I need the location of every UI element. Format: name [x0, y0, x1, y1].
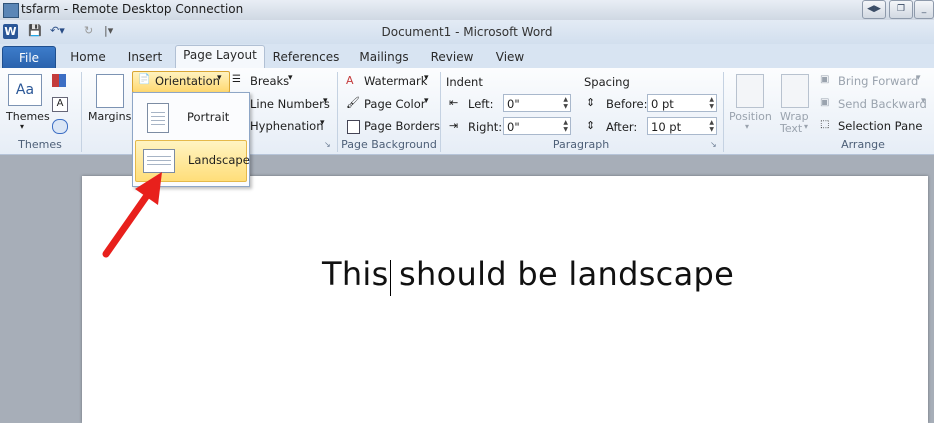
line-numbers-dropdown-icon[interactable]: ▾	[323, 96, 328, 106]
page-setup-launcher-icon[interactable]: ↘	[324, 140, 331, 149]
indent-left-input[interactable]: 0" ▲ ▼	[503, 94, 571, 112]
indent-left-label: Left:	[468, 97, 494, 111]
spacing-before-input[interactable]: 0 pt ▲ ▼	[647, 94, 717, 112]
indent-right-label: Right:	[468, 120, 503, 134]
spacing-heading: Spacing	[584, 75, 630, 89]
remote-desktop-title-bar: tsfarm - Remote Desktop Connection ◀▶ ❐ …	[0, 0, 934, 21]
indent-right-input[interactable]: 0" ▲ ▼	[503, 117, 571, 135]
position-dropdown-icon[interactable]: ▾	[745, 122, 749, 131]
bring-forward-dropdown-icon[interactable]: ▾	[916, 73, 921, 83]
breaks-icon[interactable]: ☰	[232, 74, 241, 85]
spacing-after-label: After:	[606, 120, 638, 134]
position-label[interactable]: Position	[729, 110, 772, 123]
bring-forward-label[interactable]: Bring Forward	[838, 74, 918, 88]
bring-forward-icon[interactable]: ▣	[820, 74, 829, 85]
wrap-text-label-line2[interactable]: Text	[780, 122, 802, 135]
tab-page-layout[interactable]: Page Layout	[175, 45, 265, 70]
spinner-icon[interactable]: ▲ ▼	[563, 96, 568, 110]
wrap-text-icon[interactable]	[781, 74, 809, 108]
remote-desktop-icon	[3, 3, 19, 18]
word-title-bar: W 💾 ↶▾ ↻ |▾ Document1 - Microsoft Word	[0, 20, 934, 44]
spacing-before-label: Before:	[606, 97, 648, 111]
orientation-dropdown-icon: ▾	[217, 73, 222, 83]
document-text[interactable]: This should be landscape	[322, 255, 734, 293]
spinner-icon[interactable]: ▲ ▼	[563, 119, 568, 133]
tab-file[interactable]: File	[2, 46, 56, 70]
send-backward-dropdown-icon[interactable]: ▾	[921, 96, 926, 106]
menu-item-portrait[interactable]: Portrait	[135, 97, 245, 137]
selection-pane-label[interactable]: Selection Pane	[838, 119, 922, 133]
hyphenation-label[interactable]: Hyphenation	[250, 119, 323, 133]
watermark-dropdown-icon[interactable]: ▾	[424, 73, 429, 83]
wrap-text-dropdown-icon[interactable]: ▾	[804, 122, 808, 131]
landscape-label: Landscape	[188, 153, 250, 167]
paragraph-group-label: Paragraph	[552, 138, 610, 151]
minimize-icon[interactable]: _	[914, 0, 934, 19]
tab-references[interactable]: References	[270, 48, 342, 68]
theme-colors-icon[interactable]	[52, 74, 66, 87]
spacing-after-icon: ⇕	[586, 119, 596, 132]
breaks-label[interactable]: Breaks	[250, 74, 289, 88]
indent-right-icon: ⇥	[449, 119, 459, 132]
watermark-label[interactable]: Watermark	[364, 74, 427, 88]
page-borders-label[interactable]: Page Borders	[364, 119, 440, 133]
page-color-dropdown-icon[interactable]: ▾	[424, 96, 429, 106]
margins-icon[interactable]	[96, 74, 124, 108]
spacing-after-input[interactable]: 10 pt ▲ ▼	[647, 117, 717, 135]
red-arrow-annotation	[102, 172, 162, 258]
group-separator	[723, 72, 724, 152]
tab-view[interactable]: View	[488, 48, 532, 68]
theme-fonts-icon[interactable]: A	[52, 97, 68, 112]
breaks-dropdown-icon[interactable]: ▾	[288, 73, 293, 83]
theme-effects-icon[interactable]	[52, 119, 68, 134]
watermark-icon[interactable]: A	[346, 74, 354, 87]
spacing-after-value: 10 pt	[651, 120, 682, 134]
indent-left-value: 0"	[507, 97, 520, 111]
tab-mailings[interactable]: Mailings	[354, 48, 414, 68]
themes-icon[interactable]: Aa	[8, 74, 42, 106]
spinner-icon[interactable]: ▲ ▼	[709, 119, 714, 133]
margins-label[interactable]: Margins	[88, 110, 131, 123]
send-backward-icon[interactable]: ▣	[820, 97, 829, 108]
page-background-group-label: Page Background	[341, 138, 437, 151]
orientation-icon: 📄	[138, 74, 151, 85]
spinner-icon[interactable]: ▲ ▼	[709, 96, 714, 110]
spacing-before-value: 0 pt	[651, 97, 674, 111]
themes-dropdown-icon[interactable]: ▾	[20, 122, 24, 131]
send-backward-label[interactable]: Send Backward	[838, 97, 927, 111]
ribbon-tabs: File Home Insert Page Layout References …	[0, 44, 934, 70]
themes-group-label: Themes	[18, 138, 62, 151]
portrait-icon	[147, 103, 169, 133]
selection-pane-icon[interactable]: ⬚	[820, 119, 829, 130]
arrange-group-label: Arrange	[841, 138, 885, 151]
indent-left-icon: ⇤	[449, 96, 459, 109]
restore-down-icon[interactable]: ❐	[889, 0, 913, 19]
spacing-before-icon: ⇕	[586, 96, 596, 109]
position-icon[interactable]	[736, 74, 764, 108]
tab-insert[interactable]: Insert	[120, 48, 170, 68]
line-numbers-label[interactable]: Line Numbers	[250, 97, 330, 111]
page-borders-icon[interactable]	[347, 120, 360, 134]
window-title: Document1 - Microsoft Word	[381, 25, 553, 39]
indent-heading: Indent	[446, 75, 483, 89]
text-cursor	[390, 260, 391, 296]
document-page[interactable]	[82, 176, 928, 423]
indent-right-value: 0"	[507, 120, 520, 134]
remote-desktop-title: tsfarm - Remote Desktop Connection	[21, 2, 244, 16]
themes-button-label[interactable]: Themes	[6, 110, 50, 123]
tab-home[interactable]: Home	[62, 48, 114, 68]
group-separator	[81, 72, 82, 152]
orientation-label: Orientation	[155, 74, 220, 88]
page-color-icon[interactable]: 🖌	[346, 96, 360, 109]
hyphenation-dropdown-icon[interactable]: ▾	[320, 118, 325, 128]
tab-review[interactable]: Review	[426, 48, 478, 68]
page-color-label[interactable]: Page Color	[364, 97, 426, 111]
restore-icon[interactable]: ◀▶	[862, 0, 886, 19]
portrait-label: Portrait	[187, 110, 230, 124]
